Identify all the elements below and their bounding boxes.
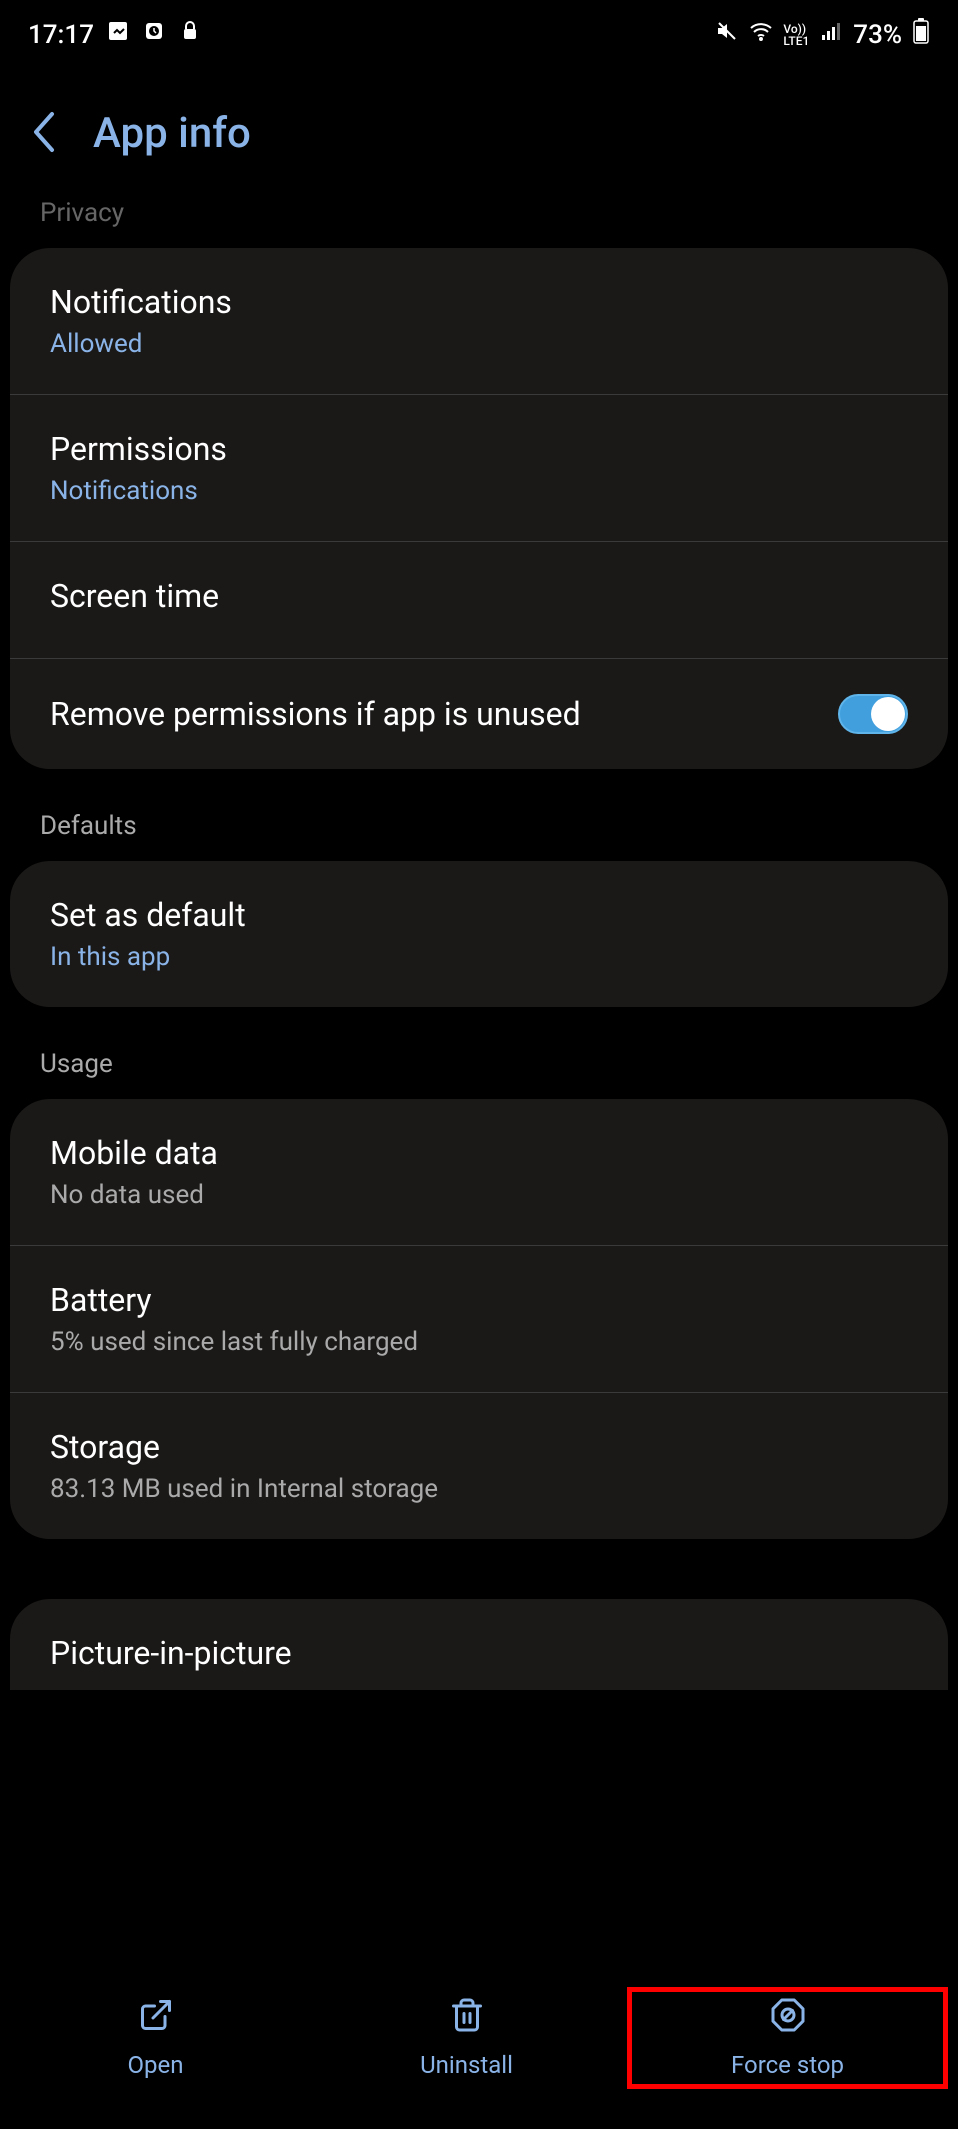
storage-title: Storage [50, 1428, 908, 1466]
battery-percent: 73% [853, 20, 902, 50]
set-default-row[interactable]: Set as default In this app [10, 861, 948, 1007]
usage-card: Mobile data No data used Battery 5% used… [10, 1099, 948, 1539]
permissions-title: Permissions [50, 430, 908, 468]
pip-title: Picture-in-picture [50, 1634, 908, 1672]
screen-time-row[interactable]: Screen time [10, 542, 948, 659]
force-stop-button[interactable]: Force stop [627, 1987, 948, 2089]
permissions-subtitle: Notifications [50, 476, 908, 506]
mobile-data-title: Mobile data [50, 1134, 908, 1172]
status-bar: 17:17 Vo))LTE1 73% [0, 0, 958, 69]
notifications-title: Notifications [50, 283, 908, 321]
remove-permissions-toggle[interactable] [838, 694, 908, 734]
set-default-subtitle: In this app [50, 942, 908, 972]
status-time: 17:17 [28, 20, 94, 50]
uninstall-button[interactable]: Uninstall [311, 1997, 622, 2079]
mobile-data-row[interactable]: Mobile data No data used [10, 1099, 948, 1246]
battery-row[interactable]: Battery 5% used since last fully charged [10, 1246, 948, 1393]
force-stop-label: Force stop [731, 2051, 844, 2079]
battery-subtitle: 5% used since last fully charged [50, 1327, 908, 1357]
vibrate-mute-icon [715, 19, 739, 50]
wifi-icon [749, 19, 773, 50]
header: App info [0, 69, 958, 198]
open-button[interactable]: Open [0, 1997, 311, 2079]
volte-label: Vo))LTE1 [783, 23, 809, 47]
toggle-thumb [871, 697, 905, 731]
clock-icon [142, 19, 166, 50]
section-label-usage: Usage [0, 1037, 958, 1099]
storage-row[interactable]: Storage 83.13 MB used in Internal storag… [10, 1393, 948, 1539]
defaults-card: Set as default In this app [10, 861, 948, 1007]
section-label-defaults: Defaults [0, 799, 958, 861]
trash-icon [449, 1997, 485, 2039]
screen-time-title: Screen time [50, 577, 908, 615]
remove-permissions-row[interactable]: Remove permissions if app is unused [10, 659, 948, 769]
page-title: App info [93, 109, 251, 158]
open-icon [138, 1997, 174, 2039]
signal-icon [819, 19, 843, 50]
notifications-row[interactable]: Notifications Allowed [10, 248, 948, 395]
mobile-data-subtitle: No data used [50, 1180, 908, 1210]
status-left: 17:17 [28, 19, 202, 50]
lock-icon [178, 19, 202, 50]
status-right: Vo))LTE1 73% [715, 18, 930, 51]
permissions-row[interactable]: Permissions Notifications [10, 395, 948, 542]
battery-icon [912, 18, 930, 51]
stop-icon [770, 1997, 806, 2039]
bottom-bar: Open Uninstall Force stop [0, 1967, 958, 2129]
privacy-card: Notifications Allowed Permissions Notifi… [10, 248, 948, 769]
storage-subtitle: 83.13 MB used in Internal storage [50, 1474, 908, 1504]
battery-title: Battery [50, 1281, 908, 1319]
pip-card[interactable]: Picture-in-picture [10, 1599, 948, 1690]
uninstall-label: Uninstall [420, 2051, 513, 2079]
back-icon[interactable] [30, 110, 58, 158]
remove-permissions-title: Remove permissions if app is unused [50, 695, 581, 733]
set-default-title: Set as default [50, 896, 908, 934]
picture-icon [106, 19, 130, 50]
notifications-subtitle: Allowed [50, 329, 908, 359]
section-label-privacy: Privacy [0, 198, 958, 248]
open-label: Open [128, 2051, 184, 2079]
